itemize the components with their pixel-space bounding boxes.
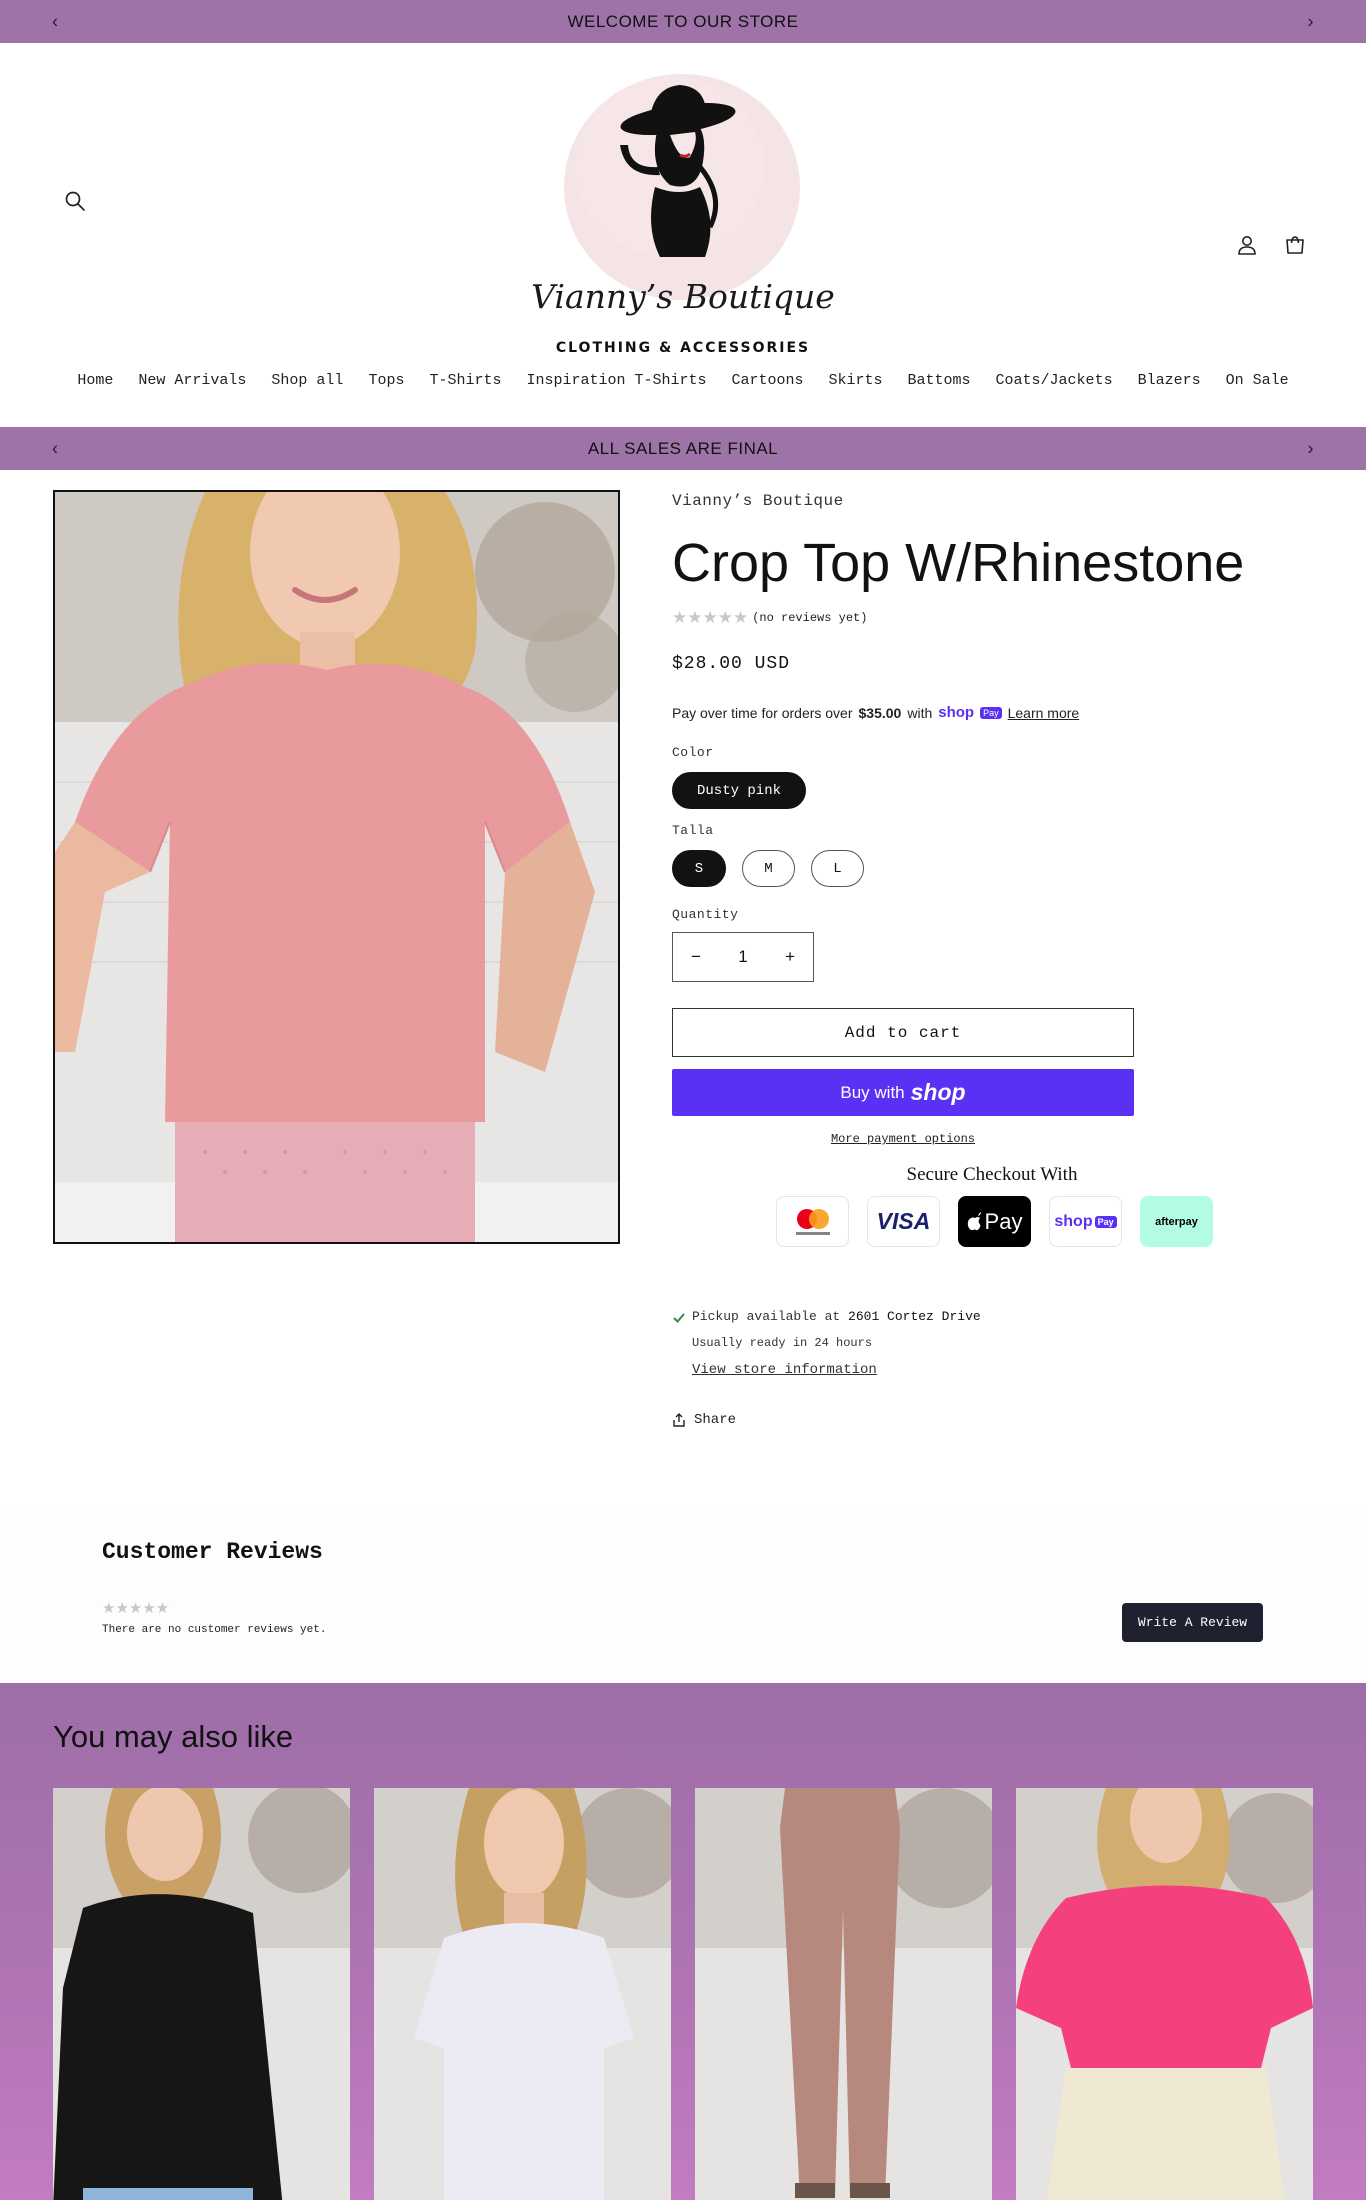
related-product-image — [1016, 1788, 1313, 2200]
pickup-line: Pickup available at 2601 Cortez Drive — [692, 1309, 981, 1324]
product-photo — [55, 492, 618, 1242]
more-payment-options-link[interactable]: More payment options — [672, 1132, 1134, 1146]
announcement-bar-top: ‹ WELCOME TO OUR STORE › — [0, 0, 1366, 43]
share-icon — [673, 1413, 685, 1427]
nav-item-new-arrivals[interactable]: New Arrivals — [126, 372, 259, 389]
buy-with-label: Buy with — [840, 1082, 905, 1102]
afterpay-icon: afterpay — [1140, 1196, 1213, 1247]
nav-item-shop-all[interactable]: Shop all — [259, 372, 356, 389]
related-product-image — [374, 1788, 671, 2200]
logo-subtitle: CLOTHING & ACCESSORIES — [555, 340, 811, 356]
product-info: Vianny’s Boutique Crop Top W/Rhinestone … — [672, 490, 1312, 1428]
quantity-input[interactable]: 1 — [738, 947, 747, 967]
product-main-image[interactable] — [53, 490, 620, 1244]
announcement-prev-icon[interactable]: ‹ — [52, 11, 59, 32]
share-button[interactable]: Share — [672, 1412, 1312, 1428]
apple-pay-text: Pay — [984, 1208, 1023, 1234]
related-product-card[interactable] — [374, 1788, 671, 2200]
reviews-empty-text: There are no customer reviews yet. — [102, 1624, 327, 1636]
add-to-cart-button[interactable]: Add to cart — [672, 1008, 1134, 1057]
pickup-ready-text: Usually ready in 24 hours — [692, 1336, 873, 1350]
shop-pay-logo-icon: shop — [938, 704, 975, 721]
shop-pay-badge-icon: Pay — [980, 706, 1002, 719]
nav-item-blazers[interactable]: Blazers — [1125, 372, 1213, 389]
rating-stars-icon: ★★★★★ — [672, 608, 749, 627]
pickup-prefix: Pickup available at — [692, 1309, 841, 1324]
apple-pay-icon: Pay — [958, 1196, 1031, 1247]
quantity-minus-button[interactable]: − — [691, 947, 701, 967]
reviews-stars-icon: ★★★★★ — [102, 1600, 170, 1617]
quantity-plus-button[interactable]: + — [785, 947, 795, 967]
nav-item-on-sale[interactable]: On Sale — [1213, 372, 1301, 389]
announcement-bar-second: ‹ ALL SALES ARE FINAL › — [0, 427, 1366, 470]
product-vendor: Vianny’s Boutique — [672, 492, 844, 510]
payment-badges: VISA Pay shop Pay afterpay — [776, 1196, 1312, 1247]
announcement-prev-icon[interactable]: ‹ — [52, 438, 59, 459]
write-review-button[interactable]: Write A Review — [1122, 1603, 1263, 1642]
related-title: You may also like — [53, 1719, 294, 1754]
related-product-card[interactable] — [695, 1788, 992, 2200]
rating-text: (no reviews yet) — [752, 611, 868, 625]
color-label: Color — [672, 745, 714, 760]
visa-icon: VISA — [867, 1196, 940, 1247]
installments-with: with — [907, 704, 933, 721]
shop-logo-icon: shop — [910, 1079, 966, 1105]
shop-pay-card-pay: Pay — [1094, 1215, 1117, 1228]
quantity-stepper: − 1 + — [672, 932, 814, 982]
nav-item-home[interactable]: Home — [65, 372, 126, 389]
account-icon[interactable] — [1231, 229, 1263, 261]
announcement-next-icon[interactable]: › — [1308, 11, 1315, 32]
learn-more-link[interactable]: Learn more — [1008, 705, 1080, 721]
related-product-card[interactable] — [53, 1788, 350, 2200]
size-option-s[interactable]: S — [672, 850, 726, 887]
customer-reviews-section: Customer Reviews ★★★★★ There are no cust… — [0, 1511, 1366, 1683]
main-nav: Home New Arrivals Shop all Tops T-Shirts… — [0, 372, 1366, 389]
check-icon — [673, 1313, 685, 1323]
cart-icon[interactable] — [1279, 229, 1311, 261]
color-option-dusty-pink[interactable]: Dusty pink — [672, 772, 806, 809]
shop-pay-card-shop: shop — [1054, 1212, 1093, 1230]
nav-item-cartoons[interactable]: Cartoons — [719, 372, 816, 389]
related-products-section: You may also like — [0, 1683, 1366, 2200]
pickup-location: 2601 Cortez Drive — [848, 1309, 981, 1324]
product-title: Crop Top W/Rhinestone — [672, 533, 1245, 593]
related-product-card[interactable] — [1016, 1788, 1313, 2200]
logo-title: Vianny’s Boutique — [531, 277, 835, 316]
secure-checkout-heading: Secure Checkout With — [906, 1164, 1078, 1185]
nav-item-t-shirts[interactable]: T-Shirts — [417, 372, 514, 389]
afterpay-text: afterpay — [1155, 1215, 1198, 1228]
size-label: Talla — [672, 823, 714, 838]
nav-item-coats-jackets[interactable]: Coats/Jackets — [983, 372, 1125, 389]
related-product-image — [695, 1788, 992, 2200]
related-product-image — [53, 1788, 350, 2200]
nav-item-skirts[interactable]: Skirts — [816, 372, 895, 389]
store-logo[interactable]: Vianny’s Boutique CLOTHING & ACCESSORIES — [530, 57, 836, 356]
share-label: Share — [694, 1412, 737, 1428]
announcement-text: WELCOME TO OUR STORE — [567, 11, 799, 31]
view-store-info-link[interactable]: View store information — [692, 1362, 981, 1378]
installments-text: Pay over time for orders over — [672, 704, 853, 721]
buy-with-shop-pay-button[interactable]: Buy with shop — [672, 1069, 1134, 1116]
quantity-label: Quantity — [672, 907, 739, 922]
product-rating[interactable]: ★★★★★ (no reviews yet) — [672, 608, 1312, 628]
product-price: $28.00 USD — [672, 654, 791, 674]
pickup-availability: Pickup available at 2601 Cortez Drive Us… — [672, 1309, 1312, 1378]
size-option-m[interactable]: M — [742, 850, 795, 887]
installments-amount: $35.00 — [858, 704, 902, 721]
nav-item-battoms[interactable]: Battoms — [895, 372, 983, 389]
search-icon[interactable] — [59, 185, 91, 217]
reviews-title: Customer Reviews — [102, 1539, 323, 1565]
visa-text: VISA — [876, 1208, 931, 1234]
shop-pay-installments: Pay over time for orders over $35.00 wit… — [672, 704, 1312, 721]
announcement-text: ALL SALES ARE FINAL — [587, 438, 779, 458]
size-option-l[interactable]: L — [811, 850, 864, 887]
shop-pay-card-icon: shop Pay — [1049, 1196, 1122, 1247]
announcement-next-icon[interactable]: › — [1308, 438, 1315, 459]
site-header: Vianny’s Boutique CLOTHING & ACCESSORIES — [0, 43, 1366, 358]
nav-item-inspiration-t-shirts[interactable]: Inspiration T-Shirts — [514, 372, 719, 389]
mastercard-icon — [776, 1196, 849, 1247]
nav-item-tops[interactable]: Tops — [356, 372, 417, 389]
